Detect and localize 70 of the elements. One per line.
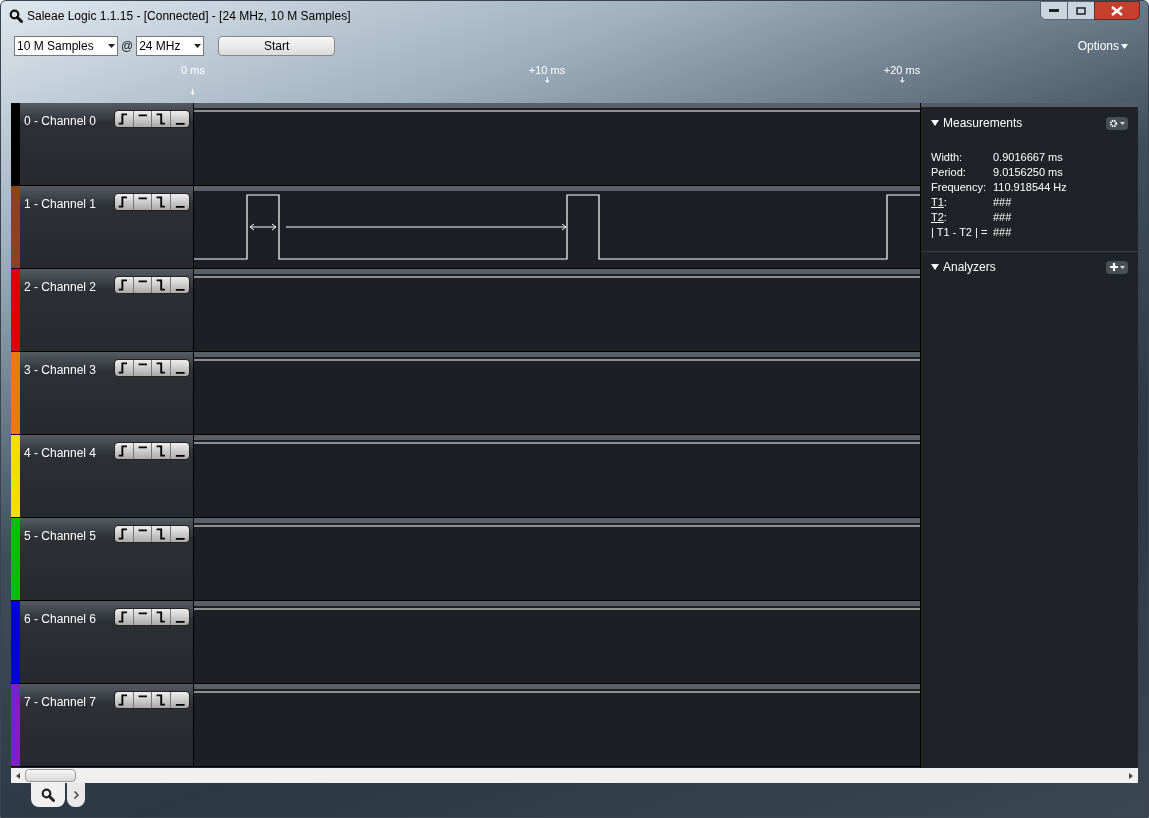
add-analyzer-button[interactable] xyxy=(1106,260,1128,274)
trigger-buttons[interactable] xyxy=(114,193,190,211)
measurement-label: Width: xyxy=(931,150,964,165)
plus-icon xyxy=(1109,263,1118,271)
time-label: +20 ms xyxy=(883,63,921,77)
trigger-buttons[interactable] xyxy=(114,276,190,294)
window-title: Saleae Logic 1.1.15 - [Connected] - [24 MHz, 10 M Samples] xyxy=(27,8,351,25)
measurement-value: ### xyxy=(993,210,1012,225)
colon: : xyxy=(943,210,947,225)
expand-tab[interactable] xyxy=(67,783,85,807)
caret-icon xyxy=(1120,121,1125,125)
colon: : xyxy=(943,195,947,210)
close-icon xyxy=(1111,5,1123,16)
time-label: 0 ms xyxy=(181,63,205,77)
start-button[interactable]: Start xyxy=(218,36,336,56)
measurement-link[interactable]: T1 xyxy=(931,195,944,210)
dropdown-caret-icon xyxy=(108,44,115,48)
trigger-buttons[interactable] xyxy=(114,110,190,128)
measurement-label: Period: xyxy=(931,165,967,180)
channel-label: 6 - Channel 6 xyxy=(24,611,97,628)
trigger-buttons[interactable] xyxy=(114,525,190,543)
chevron-right-icon xyxy=(73,791,79,799)
maximize-icon xyxy=(1076,6,1086,15)
measurement-value: ### xyxy=(993,195,1012,210)
search-icon xyxy=(9,9,23,23)
channel-label: 5 - Channel 5 xyxy=(24,528,97,545)
search-icon xyxy=(41,788,55,802)
dropdown-caret-icon xyxy=(194,44,202,48)
section-title: Analyzers xyxy=(943,259,996,276)
width-measure-arrow xyxy=(249,223,277,231)
measurement-value: ### xyxy=(993,225,1012,240)
rate-dropdown[interactable]: 24 MHz xyxy=(136,36,205,56)
close-button[interactable] xyxy=(1094,1,1140,20)
measurement-value: 0.9016667 ms xyxy=(993,150,1063,165)
channel-label: 0 - Channel 0 xyxy=(24,113,97,130)
trigger-buttons[interactable] xyxy=(114,359,190,377)
channel-label: 3 - Channel 3 xyxy=(24,362,97,379)
minimize-button[interactable] xyxy=(1040,1,1068,20)
time-label: +10 ms xyxy=(528,63,566,77)
caret-icon xyxy=(1119,265,1125,269)
collapse-caret-icon[interactable] xyxy=(931,264,939,270)
channel-label: 2 - Channel 2 xyxy=(24,279,97,296)
measurement-label: | T1 - T2 | = xyxy=(931,225,989,240)
settings-button[interactable] xyxy=(1106,116,1128,130)
minimize-icon xyxy=(1049,8,1059,13)
at-sign: @ xyxy=(121,38,134,55)
tick-arrow-icon xyxy=(190,89,196,95)
trigger-buttons[interactable] xyxy=(114,442,190,460)
channel-label: 4 - Channel 4 xyxy=(24,445,97,462)
measurement-value: 110.918544 Hz xyxy=(993,180,1067,195)
caret-icon xyxy=(1121,43,1128,49)
collapse-caret-icon[interactable] xyxy=(931,120,939,126)
maximize-button[interactable] xyxy=(1068,1,1094,20)
samples-dropdown[interactable]: 10 M Samples xyxy=(14,36,118,56)
left-arrow-icon xyxy=(16,772,20,779)
channel-label: 7 - Channel 7 xyxy=(24,694,97,711)
options-menu[interactable]: Options xyxy=(1077,37,1128,55)
section-title: Measurements xyxy=(943,115,1023,132)
scrollbar-thumb[interactable] xyxy=(25,769,76,782)
trigger-buttons[interactable] xyxy=(114,691,190,709)
measure-tab[interactable] xyxy=(31,783,65,807)
tick-arrow-icon xyxy=(899,77,905,83)
measurement-link[interactable]: T2 xyxy=(931,210,944,225)
measurement-value: 9.0156250 ms xyxy=(993,165,1063,180)
tick-arrow-icon xyxy=(544,77,550,83)
right-arrow-icon xyxy=(1129,772,1133,779)
measurement-label: Frequency: xyxy=(931,180,988,195)
channel-label: 1 - Channel 1 xyxy=(24,196,97,213)
trigger-buttons[interactable] xyxy=(114,608,190,626)
settings-icon xyxy=(1109,118,1118,128)
